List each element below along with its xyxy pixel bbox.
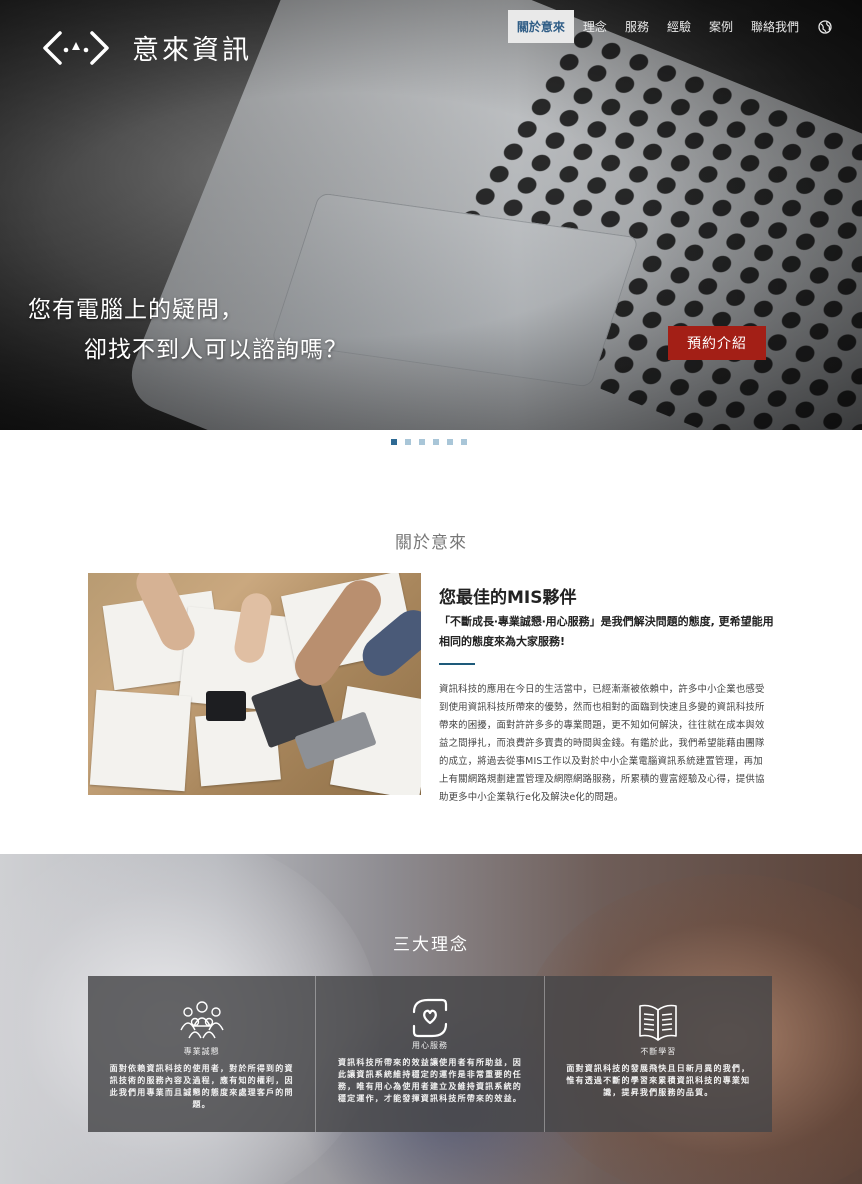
- philosophy-cards: 專業誠懇 面對依賴資訊科技的使用者，對於所得到的資訊技術的服務內容及過程，應有知…: [88, 976, 772, 1132]
- hands-heart-icon: [412, 998, 448, 1038]
- carousel-dot[interactable]: [433, 439, 439, 445]
- card-text: 面對依賴資訊科技的使用者，對於所得到的資訊技術的服務內容及過程，應有知的權利，因…: [109, 1064, 294, 1109]
- carousel-dot[interactable]: [419, 439, 425, 445]
- nav-item-services[interactable]: 服務: [616, 10, 658, 43]
- about-heading: 您最佳的MIS夥伴: [439, 588, 577, 608]
- main-nav: 關於意來 理念 服務 經驗 案例 聯絡我們: [507, 10, 832, 43]
- about-body-text: 資訊科技的應用在今日的生活當中，已經漸漸被依賴中，許多中小企業也感受到使用資訊科…: [439, 684, 765, 803]
- card-text: 資訊科技所帶來的效益讓使用者有所助益，因此讓資訊系統維持穩定的運作是非常重要的任…: [337, 1058, 522, 1103]
- card-label: 專業誠懇: [183, 1047, 220, 1056]
- philosophy-section-title: 三大理念: [393, 935, 469, 955]
- card-text: 面對資訊科技的發展飛快且日新月異的我們，惟有透過不斷的學習來累積資訊科技的專業知…: [566, 1064, 751, 1097]
- carousel-dot[interactable]: [461, 439, 467, 445]
- hero-headline-line2: 卻找不到人可以諮詢嗎？: [84, 337, 348, 363]
- network-brackets-icon: [43, 30, 109, 65]
- about-section-title: 關於意來: [395, 533, 467, 553]
- globe-icon[interactable]: [818, 19, 832, 34]
- nav-item-philosophy[interactable]: 理念: [574, 10, 616, 43]
- carousel-dot[interactable]: [391, 439, 397, 445]
- team-desk-photo: [88, 573, 421, 795]
- open-book-icon: [639, 1004, 678, 1041]
- brand-logo[interactable]: 意來資訊: [42, 28, 252, 67]
- card-label: 不斷學習: [640, 1047, 677, 1056]
- accent-divider: [439, 663, 475, 665]
- nav-item-about[interactable]: 關於意來: [507, 10, 574, 43]
- hero-headline-line1: 您有電腦上的疑問，: [28, 297, 244, 323]
- card-label: 用心服務: [411, 1041, 448, 1050]
- about-subheading: 「不斷成長‧專業誠懇‧用心服務」是我們解決問題的態度, 更希望能用相同的態度來為…: [439, 615, 774, 648]
- nav-item-contact[interactable]: 聯絡我們: [742, 10, 808, 43]
- nav-item-experience[interactable]: 經驗: [658, 10, 700, 43]
- hero-banner: 意來資訊 關於意來 理念 服務 經驗 案例 聯絡我們 您有電腦上的疑問， 卻找不…: [0, 0, 862, 430]
- philosophy-card: 用心服務 資訊科技所帶來的效益讓使用者有所助益，因此讓資訊系統維持穩定的運作是非…: [316, 976, 545, 1132]
- nav-item-cases[interactable]: 案例: [700, 10, 742, 43]
- philosophy-card: 專業誠懇 面對依賴資訊科技的使用者，對於所得到的資訊技術的服務內容及過程，應有知…: [88, 976, 317, 1132]
- book-intro-button[interactable]: 預約介紹: [668, 326, 766, 360]
- carousel-dot[interactable]: [447, 439, 453, 445]
- carousel-indicators: [391, 439, 467, 445]
- philosophy-card: 不斷學習 面對資訊科技的發展飛快且日新月異的我們，惟有透過不斷的學習來累積資訊科…: [544, 976, 772, 1132]
- brand-name: 意來資訊: [132, 35, 252, 66]
- carousel-dot[interactable]: [405, 439, 411, 445]
- people-group-icon: [180, 1001, 224, 1039]
